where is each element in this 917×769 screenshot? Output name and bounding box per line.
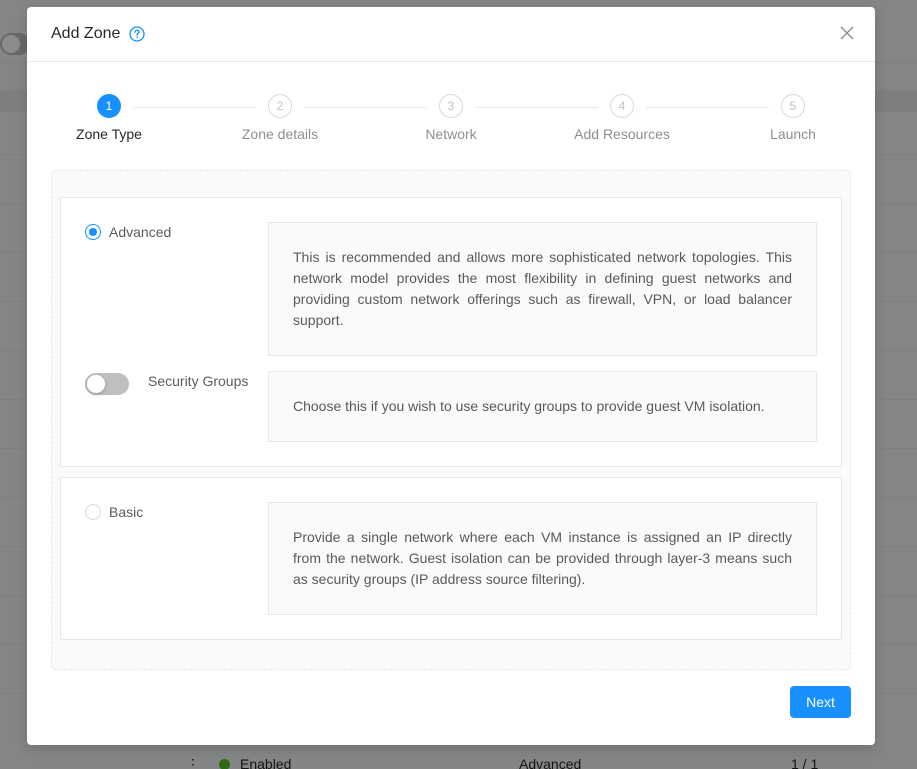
basic-label: Basic xyxy=(109,504,144,520)
security-groups-label: Security Groups xyxy=(148,373,249,389)
step-add-resources: 4 Add Resources xyxy=(562,94,682,142)
step-network: 3 Network xyxy=(391,94,511,142)
next-button[interactable]: Next xyxy=(790,686,851,718)
step-zone-details: 2 Zone details xyxy=(220,94,340,142)
basic-zone-card: Basic Provide a single network where eac… xyxy=(60,477,842,640)
step-zone-type: 1 Zone Type xyxy=(49,94,169,142)
step-launch: 5 Launch xyxy=(733,94,853,142)
close-icon xyxy=(840,26,854,40)
basic-radio-option[interactable]: Basic xyxy=(85,504,143,520)
step-number: 4 xyxy=(610,94,634,118)
question-circle-icon[interactable] xyxy=(129,26,146,42)
add-zone-modal: Add Zone 1 Zone Type 2 Zone details 3 Ne… xyxy=(27,7,875,745)
step-number: 3 xyxy=(439,94,463,118)
step-number: 5 xyxy=(781,94,805,118)
advanced-label: Advanced xyxy=(109,224,172,240)
step-label: Zone Type xyxy=(76,126,142,142)
advanced-zone-card: Advanced This is recommended and allows … xyxy=(60,197,842,467)
step-number: 1 xyxy=(97,94,121,118)
modal-header: Add Zone xyxy=(27,7,875,62)
step-label: Zone details xyxy=(241,126,319,142)
advanced-radio[interactable] xyxy=(85,224,101,240)
security-groups-description: Choose this if you wish to use security … xyxy=(268,371,817,442)
security-groups-toggle[interactable] xyxy=(85,373,129,395)
close-button[interactable] xyxy=(839,25,855,41)
basic-description: Provide a single network where each VM i… xyxy=(268,502,817,615)
advanced-radio-option[interactable]: Advanced xyxy=(85,224,171,240)
step-number: 2 xyxy=(268,94,292,118)
step-label: Add Resources xyxy=(574,126,670,142)
zone-type-panel: Advanced This is recommended and allows … xyxy=(51,170,851,670)
wizard-steps: 1 Zone Type 2 Zone details 3 Network 4 A… xyxy=(51,94,851,154)
advanced-description: This is recommended and allows more soph… xyxy=(268,222,817,356)
basic-radio[interactable] xyxy=(85,504,101,520)
modal-title: Add Zone xyxy=(51,25,121,42)
step-label: Network xyxy=(425,126,477,142)
step-label: Launch xyxy=(770,126,816,142)
